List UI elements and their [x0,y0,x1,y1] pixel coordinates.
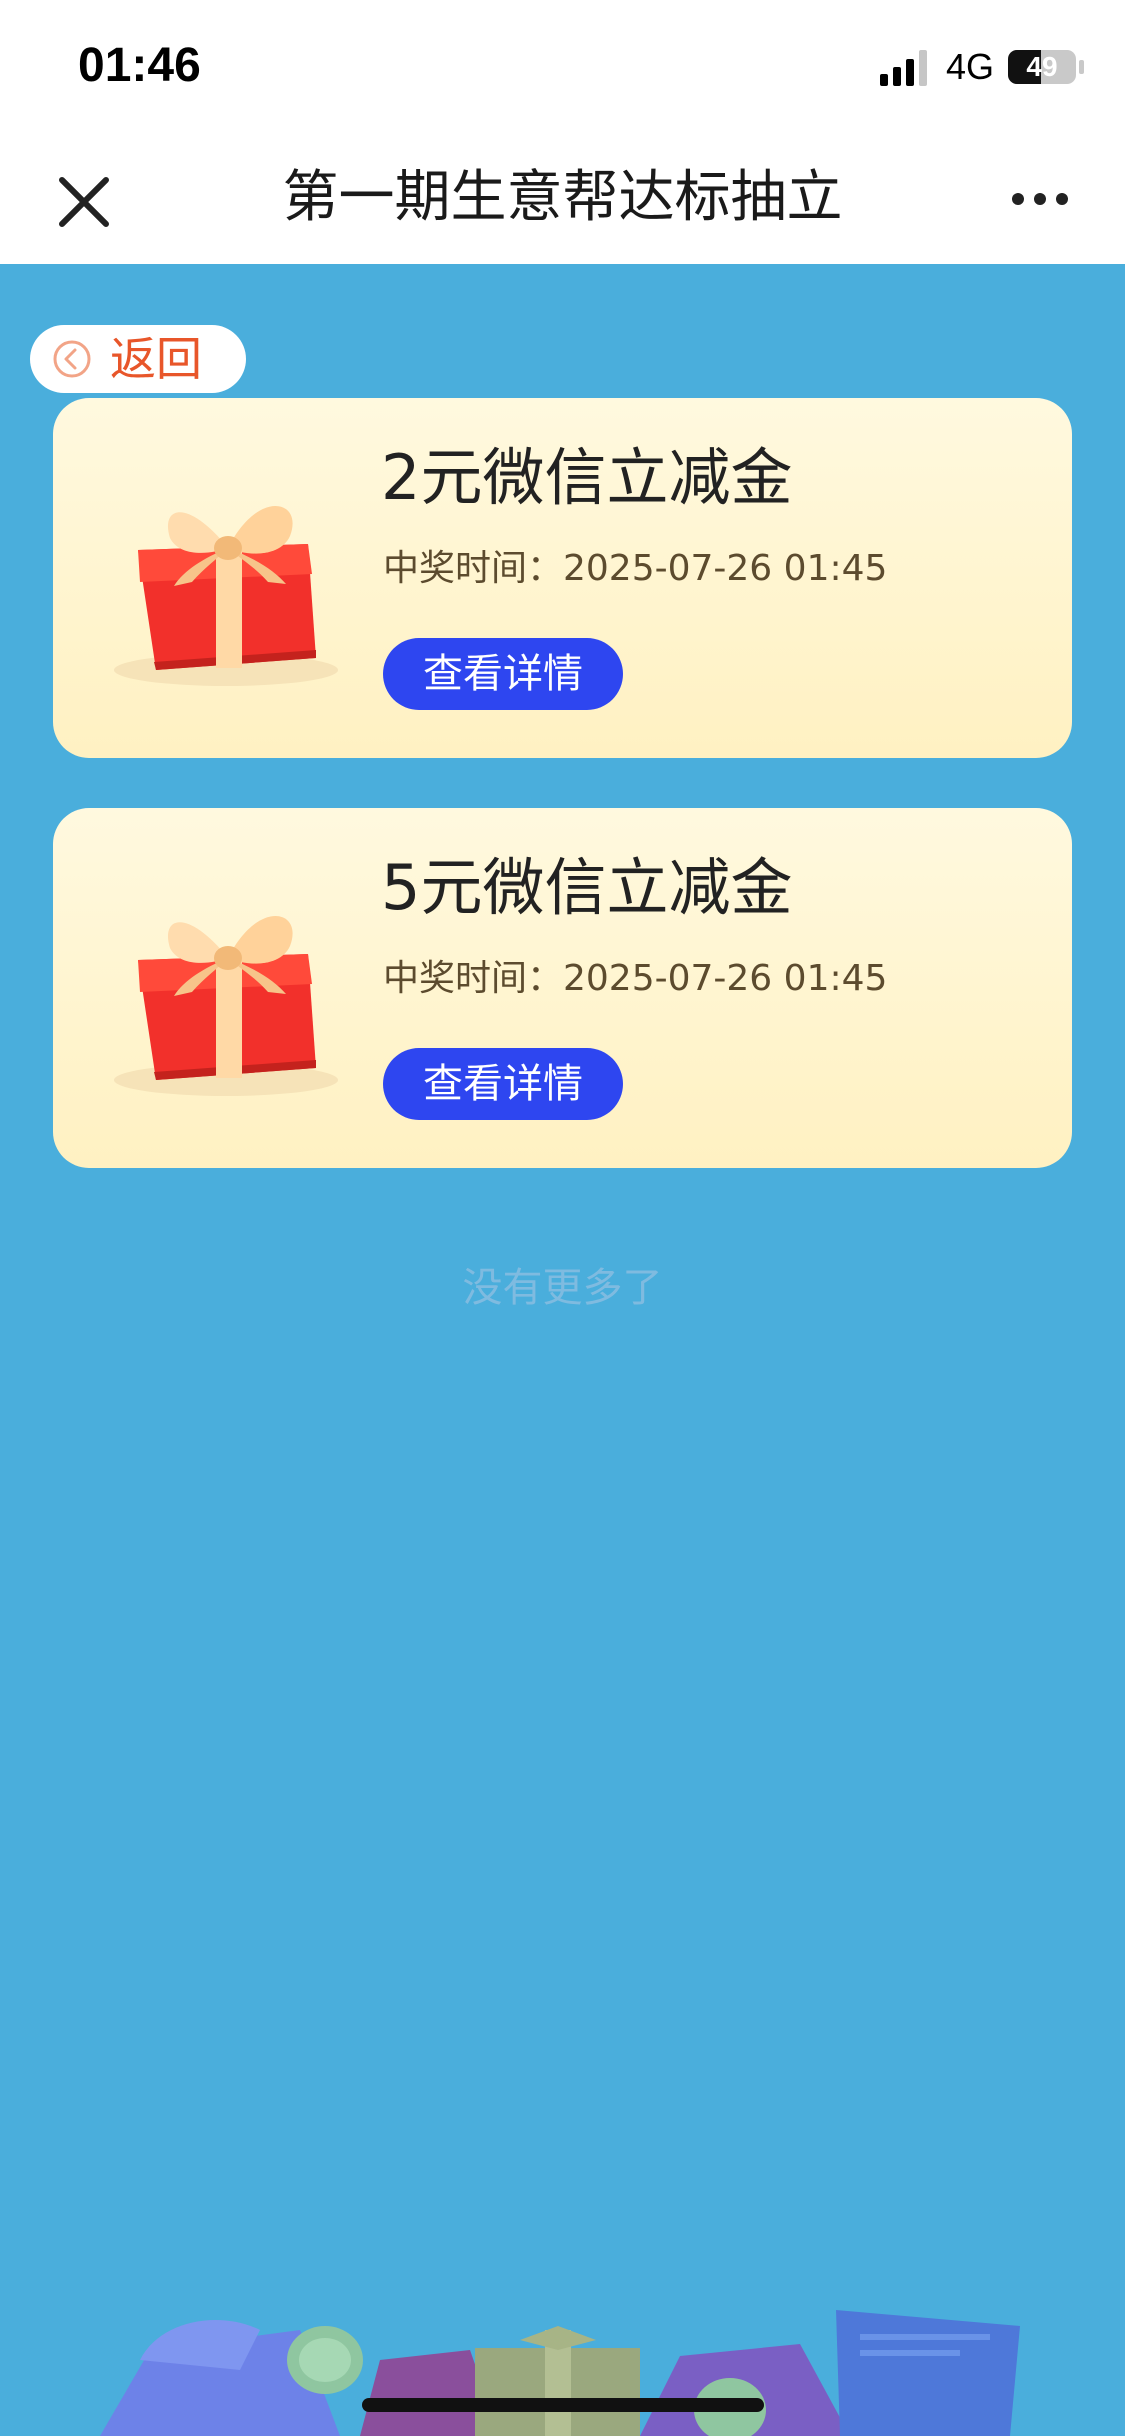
battery-icon: 49 [1008,50,1076,84]
network-label: 4G [946,46,995,87]
back-button[interactable]: 返回 [30,325,246,393]
status-bar: 01:46 4G 49 [0,0,1125,134]
prize-card: 2元微信立减金 中奖时间：2025-07-26 01:45 查看详情 [53,398,1072,758]
status-time: 01:46 [78,39,201,92]
prize-time: 中奖时间：2025-07-26 01:45 [383,548,888,589]
gift-box-icon [114,506,338,686]
decorative-gifts-illustration [100,2310,1020,2436]
view-details-button[interactable]: 查看详情 [383,1048,623,1120]
signal-icon [880,50,927,86]
more-dots-icon[interactable] [1010,184,1070,214]
battery-cap [1079,60,1084,74]
prize-name: 2元微信立减金 [381,441,793,514]
page-title: 第一期生意帮达标抽立 [282,165,843,230]
close-icon[interactable] [52,170,116,234]
back-label: 返回 [110,332,202,386]
nav-bar: 第一期生意帮达标抽立 [0,134,1125,264]
chevron-left-circle-icon [53,340,91,378]
prize-card: 5元微信立减金 中奖时间：2025-07-26 01:45 查看详情 [53,808,1072,1168]
prize-time: 中奖时间：2025-07-26 01:45 [383,958,888,999]
prize-name: 5元微信立减金 [381,851,793,924]
view-details-button[interactable]: 查看详情 [383,638,623,710]
gift-box-icon [114,916,338,1096]
no-more-text: 没有更多了 [462,1265,663,1311]
battery-level: 49 [1026,51,1058,82]
home-indicator [362,2398,764,2412]
